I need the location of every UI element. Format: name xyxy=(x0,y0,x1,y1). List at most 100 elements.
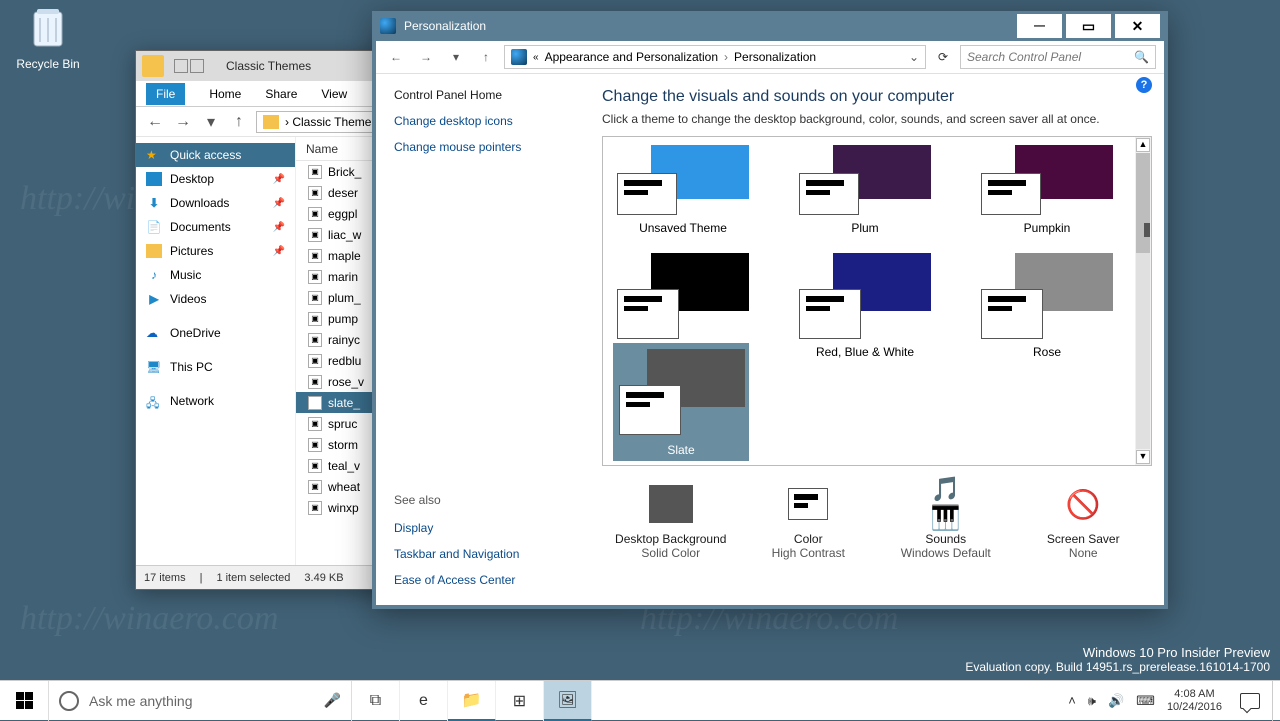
sidebar-pictures[interactable]: Pictures📌 xyxy=(136,239,295,263)
refresh-icon[interactable]: ⟳ xyxy=(932,50,954,64)
scroll-up-icon[interactable]: ▲ xyxy=(1136,138,1150,152)
network-icon: 🖧 xyxy=(146,394,162,408)
theme-red-blue-white[interactable]: Red, Blue & White xyxy=(799,253,931,359)
theme-file-icon: ▣ xyxy=(308,480,322,494)
tray-volume-icon[interactable]: 🔊 xyxy=(1108,693,1124,709)
taskbar-store[interactable]: ⊞ xyxy=(496,681,544,721)
theme-label: Plum xyxy=(799,221,931,235)
address-bar[interactable]: « Appearance and Personalization › Perso… xyxy=(504,45,926,69)
dropdown-icon[interactable]: ▾ xyxy=(200,111,222,133)
theme-slate[interactable]: Slate xyxy=(613,343,749,461)
maximize-button[interactable] xyxy=(1066,14,1111,38)
pin-icon: 📌 xyxy=(273,174,285,185)
taskbar-edge[interactable]: e xyxy=(400,681,448,721)
theme-label: Pumpkin xyxy=(981,221,1113,235)
folder-icon xyxy=(263,115,279,129)
close-button[interactable] xyxy=(1115,14,1160,38)
status-item-count: 17 items xyxy=(144,572,186,584)
setting-screen-saver[interactable]: 🚫Screen SaverNone xyxy=(1020,482,1146,560)
control-panel-home[interactable]: Control Panel Home xyxy=(394,88,572,102)
microphone-icon[interactable]: 🎤 xyxy=(324,692,341,709)
theme-file-icon: ▣ xyxy=(308,459,322,473)
theme-pumpkin[interactable]: Pumpkin xyxy=(981,145,1113,235)
taskbar-file-explorer[interactable]: 📁 xyxy=(448,681,496,721)
star-icon: ★ xyxy=(146,148,162,162)
setting-sounds[interactable]: 🎵🎹SoundsWindows Default xyxy=(883,482,1009,560)
theme-file-icon: ▣ xyxy=(308,375,322,389)
theme-plum[interactable]: Plum xyxy=(799,145,931,235)
tray-chevron-icon[interactable]: ˄ xyxy=(1068,693,1076,708)
setting-color[interactable]: ColorHigh Contrast xyxy=(745,482,871,560)
sidebar-network[interactable]: 🖧Network xyxy=(136,389,295,413)
setting-icon xyxy=(647,482,695,526)
link-mouse-pointers[interactable]: Change mouse pointers xyxy=(394,140,572,154)
theme-rose[interactable]: Rose xyxy=(981,253,1113,359)
crumb-personalization[interactable]: Personalization xyxy=(734,50,816,64)
link-taskbar-navigation[interactable]: Taskbar and Navigation xyxy=(394,547,572,561)
window-titlebar[interactable]: Personalization xyxy=(372,11,1168,41)
pc-icon: 🖥 xyxy=(146,360,162,374)
tab-view[interactable]: View xyxy=(321,87,347,101)
theme-label: Rose xyxy=(981,345,1113,359)
start-button[interactable] xyxy=(0,681,48,721)
tray-network-icon[interactable]: 🕪 xyxy=(1088,693,1096,709)
left-nav: Control Panel Home Change desktop icons … xyxy=(376,74,590,601)
forward-arrow-icon[interactable]: → xyxy=(172,111,194,133)
sidebar-downloads[interactable]: ⬇Downloads📌 xyxy=(136,191,295,215)
theme-file-icon: ▣ xyxy=(308,249,322,263)
windows-watermark: Windows 10 Pro Insider Preview Evaluatio… xyxy=(965,645,1270,674)
tab-share[interactable]: Share xyxy=(265,87,297,101)
tray-keyboard-icon[interactable]: ⌨ xyxy=(1136,693,1155,709)
back-arrow-icon[interactable]: ← xyxy=(144,111,166,133)
theme-file-icon: ▣ xyxy=(308,396,322,410)
taskbar-personalization[interactable]: 🖼 xyxy=(544,681,592,721)
personalization-window: Personalization ← → ▾ ↑ « Appearance and… xyxy=(372,11,1168,609)
theme-file-icon: ▣ xyxy=(308,354,322,368)
sidebar-videos[interactable]: ▶Videos xyxy=(136,287,295,311)
up-arrow-icon[interactable]: ↑ xyxy=(228,111,250,133)
back-arrow-icon[interactable]: ← xyxy=(384,50,408,64)
tab-home[interactable]: Home xyxy=(209,87,241,101)
link-desktop-icons[interactable]: Change desktop icons xyxy=(394,114,572,128)
minimize-button[interactable] xyxy=(1017,14,1062,38)
scrollbar[interactable]: ▲ ▼ xyxy=(1135,137,1151,465)
quick-access[interactable]: ★ Quick access xyxy=(136,143,295,167)
explorer-title: Classic Themes xyxy=(226,59,311,73)
crumb-appearance[interactable]: Appearance and Personalization xyxy=(545,50,718,64)
search-input[interactable]: Search Control Panel 🔍 xyxy=(960,45,1156,69)
link-display[interactable]: Display xyxy=(394,521,572,535)
folder-icon xyxy=(142,55,164,77)
history-dropdown-icon[interactable]: ▾ xyxy=(444,50,468,64)
folder-icon xyxy=(146,172,162,186)
sidebar-onedrive[interactable]: ☁OneDrive xyxy=(136,321,295,345)
setting-desktop-background[interactable]: Desktop BackgroundSolid Color xyxy=(608,482,734,560)
pin-icon: 📌 xyxy=(273,222,285,233)
recycle-bin-icon xyxy=(26,6,70,50)
sidebar-desktop[interactable]: Desktop📌 xyxy=(136,167,295,191)
sidebar-documents[interactable]: 📄Documents📌 xyxy=(136,215,295,239)
task-view-button[interactable]: ⧉ xyxy=(352,681,400,721)
theme-unsaved-theme[interactable]: Unsaved Theme xyxy=(617,145,749,235)
theme-file-icon: ▣ xyxy=(308,228,322,242)
scroll-down-icon[interactable]: ▼ xyxy=(1136,450,1150,464)
link-ease-of-access[interactable]: Ease of Access Center xyxy=(394,573,572,587)
page-heading: Change the visuals and sounds on your co… xyxy=(602,88,1152,106)
forward-arrow-icon[interactable]: → xyxy=(414,50,438,64)
action-center-icon[interactable] xyxy=(1240,693,1260,709)
show-desktop-button[interactable] xyxy=(1272,681,1280,721)
qat-btn[interactable] xyxy=(190,59,204,73)
theme-file-icon: ▣ xyxy=(308,501,322,515)
scroll-thumb[interactable] xyxy=(1136,153,1150,253)
app-icon xyxy=(380,18,396,34)
page-description: Click a theme to change the desktop back… xyxy=(602,112,1152,126)
qat-btn[interactable] xyxy=(174,59,188,73)
help-icon[interactable]: ? xyxy=(1136,77,1152,93)
taskbar: Ask me anything 🎤 ⧉ e 📁 ⊞ 🖼 ˄ 🕪 🔊 ⌨ 4:08… xyxy=(0,680,1280,720)
tab-file[interactable]: File xyxy=(146,83,185,105)
sidebar-thispc[interactable]: 🖥This PC xyxy=(136,355,295,379)
cortana-search[interactable]: Ask me anything 🎤 xyxy=(48,681,352,721)
recycle-bin[interactable]: Recycle Bin xyxy=(8,6,88,71)
clock[interactable]: 4:08 AM 10/24/2016 xyxy=(1167,688,1228,713)
up-arrow-icon[interactable]: ↑ xyxy=(474,50,498,64)
sidebar-music[interactable]: ♪Music xyxy=(136,263,295,287)
